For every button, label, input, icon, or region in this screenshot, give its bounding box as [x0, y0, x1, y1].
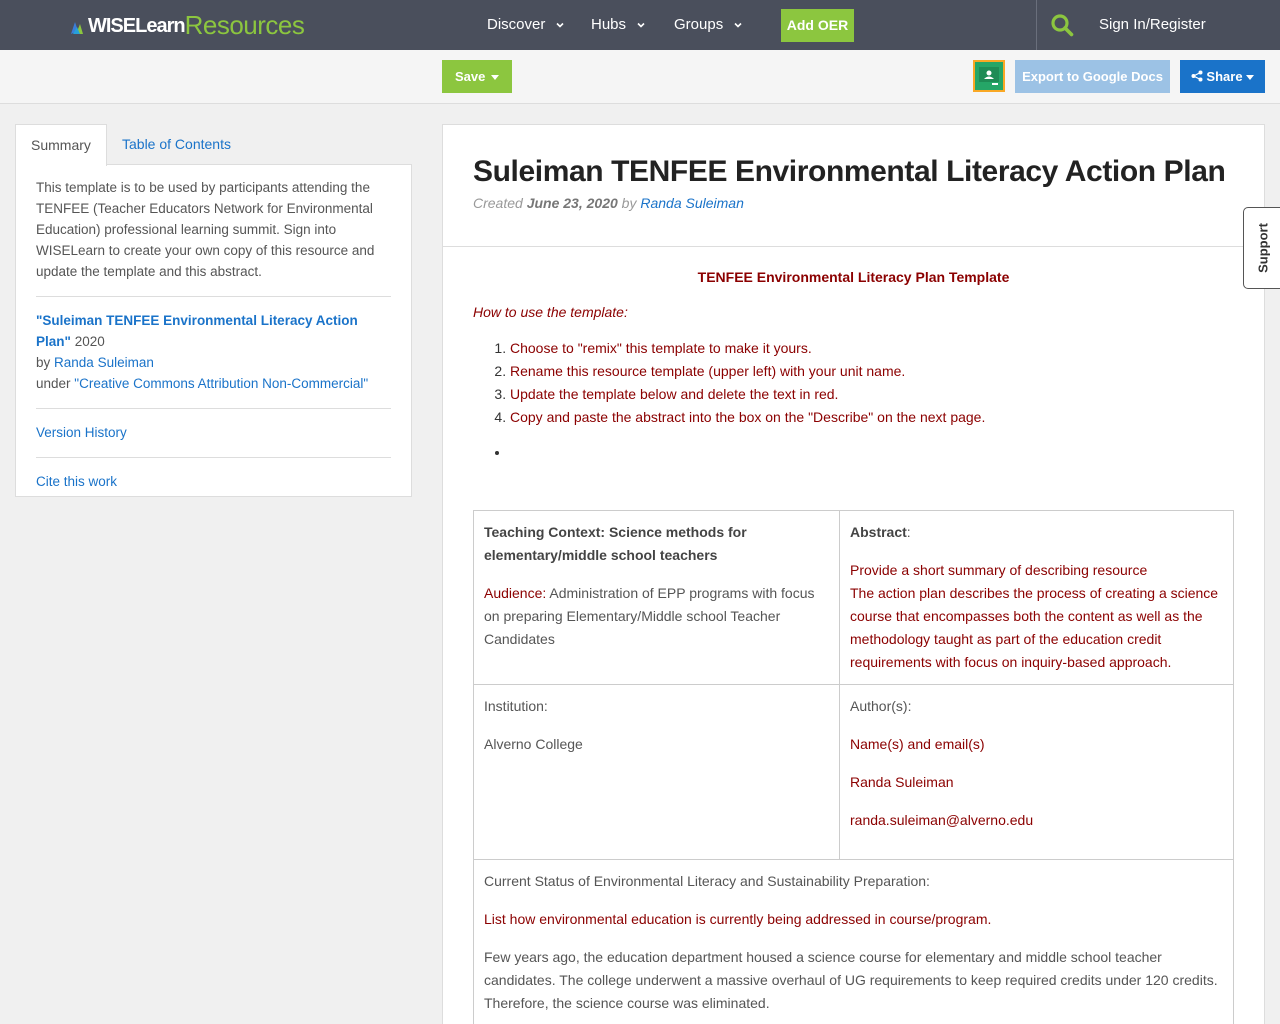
save-button[interactable]: Save	[442, 60, 512, 93]
table-row: Teaching Context: Science methods for el…	[473, 510, 1234, 685]
attribution-by: by	[36, 355, 51, 370]
audience-label: Audience:	[484, 585, 547, 601]
nav-discover-label: Discover	[487, 16, 546, 33]
support-tab[interactable]: Support	[1243, 207, 1280, 289]
template-title: TENFEE Environmental Literacy Plan Templ…	[697, 269, 1010, 285]
plan-table: Teaching Context: Science methods for el…	[473, 510, 1234, 1024]
table-row: Current Status of Environmental Literacy…	[473, 859, 1234, 1024]
divider	[36, 296, 391, 297]
summary-abstract: This template is to be used by participa…	[36, 180, 375, 279]
list-item: Update the template below and delete the…	[510, 383, 1234, 406]
status-label: Current Status of Environmental Literacy…	[484, 873, 930, 889]
author-email: randa.suleiman@alverno.edu	[850, 812, 1034, 828]
cite-this-work-link[interactable]: Cite this work	[36, 471, 391, 492]
list-item: Choose to "remix" this template to make …	[510, 337, 1234, 360]
institution-value: Alverno College	[484, 736, 583, 752]
chevron-down-icon	[637, 22, 645, 28]
tab-table-of-contents[interactable]: Table of Contents	[107, 124, 246, 165]
export-google-docs-button[interactable]: Export to Google Docs	[1015, 60, 1170, 93]
author-link[interactable]: Randa Suleiman	[640, 195, 744, 211]
version-history-link[interactable]: Version History	[36, 422, 391, 443]
save-button-label: Save	[455, 69, 486, 84]
authors-hint: Name(s) and email(s)	[850, 736, 985, 752]
resource-toolbar: Save Export to Google Docs Share	[0, 50, 1280, 104]
share-button-label: Share	[1206, 69, 1243, 84]
license-link[interactable]: "Creative Commons Attribution Non-Commer…	[74, 376, 368, 391]
summary-panel: This template is to be used by participa…	[15, 164, 412, 497]
divider	[36, 408, 391, 409]
share-button[interactable]: Share	[1180, 60, 1265, 93]
page-title: Suleiman TENFEE Environmental Literacy A…	[473, 155, 1226, 188]
created-label: Created	[473, 195, 523, 211]
support-label: Support	[1255, 223, 1271, 273]
sidebar-tabs: Summary Table of Contents	[15, 124, 412, 166]
meta-by: by	[621, 195, 637, 211]
wiselearn-logo[interactable]: WISELearn Resources	[70, 10, 305, 40]
teaching-context: Teaching Context: Science methods for el…	[484, 524, 747, 563]
list-item: Rename this resource template (upper lef…	[510, 360, 1234, 383]
resource-header: Suleiman TENFEE Environmental Literacy A…	[443, 125, 1264, 247]
institution-label: Institution:	[484, 698, 548, 714]
status-text: Few years ago, the education department …	[484, 949, 1218, 1011]
google-classroom-icon	[975, 62, 1003, 90]
nav-groups[interactable]: Groups	[674, 0, 743, 50]
table-cell: Current Status of Environmental Literacy…	[473, 859, 1234, 1024]
attribution-under: under	[36, 376, 71, 391]
tab-summary[interactable]: Summary	[15, 124, 107, 166]
author-name: Randa Suleiman	[850, 774, 954, 790]
abstract-text: The action plan describes the process of…	[850, 585, 1219, 670]
authors-label: Author(s):	[850, 698, 912, 714]
divider	[36, 457, 391, 458]
resource-meta: Created June 23, 2020 by Randa Suleiman	[473, 195, 1234, 211]
audience: Audience: Administration of EPP programs…	[484, 582, 829, 651]
caret-down-icon	[1245, 75, 1254, 81]
sign-in-register-link[interactable]: Sign In/Register	[1099, 0, 1206, 50]
empty-bullet-list	[473, 444, 1234, 496]
howto-heading: How to use the template:	[473, 304, 628, 320]
attribution-author-link[interactable]: Randa Suleiman	[54, 355, 154, 370]
logo-mark-icon	[71, 22, 83, 34]
abstract-colon: :	[906, 524, 911, 540]
abstract-hint: Provide a short summary of describing re…	[850, 562, 1148, 578]
caret-down-icon	[491, 75, 500, 81]
attribution: "Suleiman TENFEE Environmental Literacy …	[36, 310, 391, 394]
chevron-down-icon	[734, 22, 742, 28]
attribution-year: 2020	[74, 334, 105, 349]
resource-body: TENFEE Environmental Literacy Plan Templ…	[443, 247, 1264, 1024]
nav-divider	[1036, 0, 1037, 50]
howto-steps: Choose to "remix" this template to make …	[473, 337, 1234, 429]
table-cell: Teaching Context: Science methods for el…	[473, 510, 840, 685]
created-date: June 23, 2020	[526, 195, 618, 211]
logo-text-resources: Resources	[184, 10, 305, 40]
abstract-heading: Abstract:	[850, 521, 1223, 544]
resource-content: Suleiman TENFEE Environmental Literacy A…	[442, 124, 1265, 1024]
list-item: Copy and paste the abstract into the box…	[510, 406, 1234, 429]
table-cell: Abstract: Provide a short summary of des…	[839, 510, 1234, 685]
table-cell: Institution: Alverno College	[473, 684, 840, 860]
status-hint: List how environmental education is curr…	[484, 911, 992, 927]
nav-discover[interactable]: Discover	[487, 0, 565, 50]
abstract-body: Provide a short summary of describing re…	[850, 559, 1223, 674]
list-item	[510, 444, 1234, 460]
table-cell: Author(s): Name(s) and email(s) Randa Su…	[839, 684, 1234, 860]
share-icon	[1191, 70, 1203, 82]
nav-hubs[interactable]: Hubs	[591, 0, 646, 50]
table-row: Institution: Alverno College Author(s): …	[473, 684, 1234, 860]
chevron-down-icon	[556, 22, 564, 28]
google-classroom-button[interactable]	[973, 60, 1005, 92]
add-oer-button[interactable]: Add OER	[781, 9, 854, 42]
logo-text-wiselearn: WISELearn	[88, 15, 186, 37]
top-navbar: WISELearn Resources Discover Hubs Groups…	[0, 0, 1280, 50]
search-icon[interactable]	[1050, 13, 1074, 37]
nav-hubs-label: Hubs	[591, 16, 627, 33]
nav-groups-label: Groups	[674, 16, 724, 33]
abstract-label: Abstract	[850, 524, 907, 540]
